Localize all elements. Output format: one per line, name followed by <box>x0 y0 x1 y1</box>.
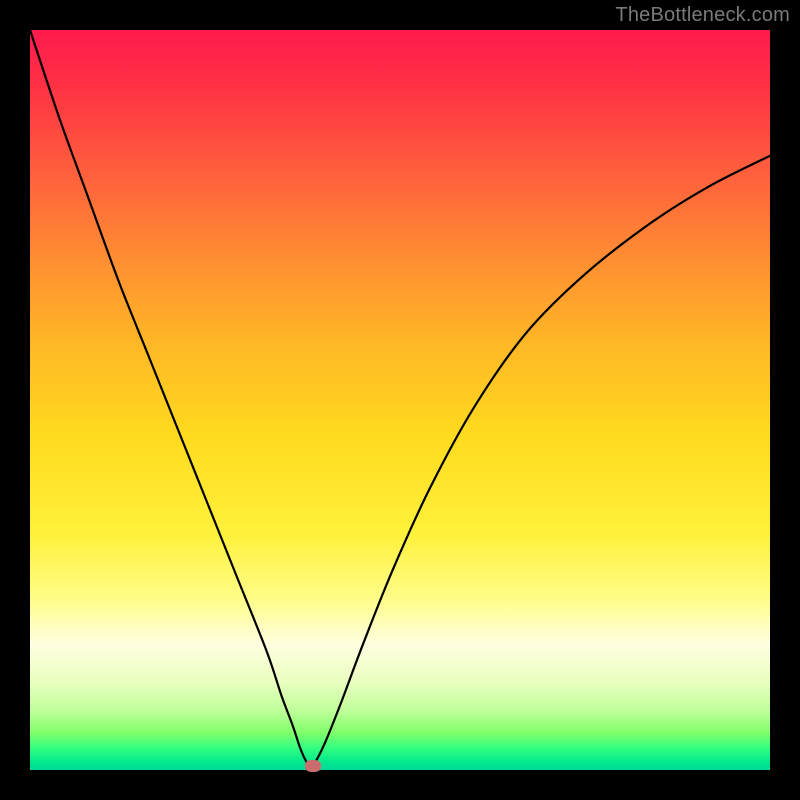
curve-svg <box>30 30 770 770</box>
plot-area <box>30 30 770 770</box>
bottleneck-curve-line <box>30 30 770 767</box>
watermark-text: TheBottleneck.com <box>615 4 790 27</box>
minimum-marker-icon <box>305 760 321 772</box>
chart-frame: TheBottleneck.com <box>0 0 800 800</box>
